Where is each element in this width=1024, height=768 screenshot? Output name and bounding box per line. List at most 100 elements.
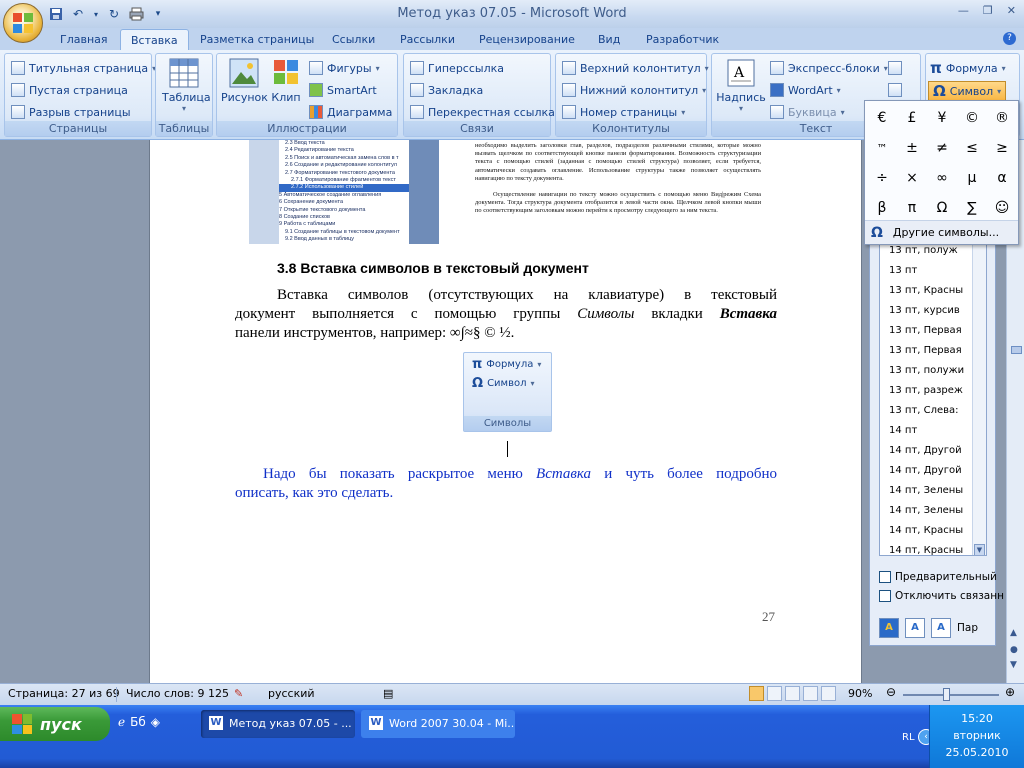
symbol-smiley[interactable]: ☺ [987, 193, 1017, 223]
styles-scrollbar[interactable]: ▼ [972, 241, 986, 555]
style-item[interactable]: 13 пт, Первая [880, 321, 986, 341]
symbol-pound[interactable]: £ [897, 103, 927, 133]
tab-page-layout[interactable]: Разметка страницы [190, 29, 324, 50]
style-item[interactable]: 14 пт, Красны [880, 521, 986, 541]
symbol-omega[interactable]: Ω [927, 193, 957, 223]
options-link[interactable]: Пар [957, 622, 978, 634]
symbol-micro[interactable]: µ [957, 163, 987, 193]
app-icon-2[interactable]: ◈ [151, 715, 160, 729]
table-button[interactable]: Таблица ▾ [162, 58, 211, 113]
style-item[interactable]: 13 пт, полужи [880, 361, 986, 381]
style-item[interactable]: 13 пт, Слева: [880, 401, 986, 421]
styles-list[interactable]: 13 пт, полуж 13 пт 13 пт, Красны 13 пт, … [879, 240, 987, 556]
tab-insert[interactable]: Вставка [120, 29, 189, 50]
zoom-out-icon[interactable]: ⊖ [886, 685, 896, 699]
tab-review[interactable]: Рецензирование [469, 29, 585, 50]
chart-button[interactable]: Диаграмма [309, 103, 392, 121]
draft-view-icon[interactable] [821, 686, 836, 701]
style-item[interactable]: 14 пт, Зелены [880, 501, 986, 521]
select-browse-object-icon[interactable]: ● [1010, 645, 1018, 655]
symbol-button[interactable]: Ω Символ [928, 81, 1007, 101]
symbol-plus-minus[interactable]: ± [897, 133, 927, 163]
document-page[interactable]: 2.3 Ввод текста 2.4 Редактирование текст… [149, 140, 862, 683]
symbol-alpha[interactable]: α [987, 163, 1017, 193]
spelling-check-icon[interactable]: ✎ [234, 687, 243, 700]
cross-reference-button[interactable]: Перекрестная ссылка [410, 103, 555, 121]
zoom-slider[interactable] [903, 694, 999, 696]
symbol-registered[interactable]: ® [987, 103, 1017, 133]
symbol-infinity[interactable]: ∞ [927, 163, 957, 193]
wordart-button[interactable]: WordArt [770, 81, 841, 99]
full-screen-reading-view-icon[interactable] [767, 686, 782, 701]
help-icon[interactable]: ? [1003, 32, 1016, 45]
scrollbar-thumb[interactable] [1011, 346, 1022, 354]
next-page-icon[interactable]: ▼ [1010, 660, 1017, 670]
symbol-euro[interactable]: € [867, 103, 897, 133]
clip-button[interactable]: Клип [269, 58, 303, 104]
prev-page-icon[interactable]: ▲ [1010, 628, 1017, 638]
smartart-button[interactable]: SmartArt [309, 81, 377, 99]
tab-view[interactable]: Вид [588, 29, 630, 50]
taskbar-item[interactable]: W Word 2007 30.04 - Mi... [361, 710, 515, 738]
symbol-trademark[interactable]: ™ [867, 133, 897, 163]
tab-references[interactable]: Ссылки [322, 29, 385, 50]
header-button[interactable]: Верхний колонтитул [562, 59, 709, 77]
style-item[interactable]: 13 пт [880, 261, 986, 281]
hyperlink-button[interactable]: Гиперссылка [410, 59, 504, 77]
close-icon[interactable]: ✕ [1007, 4, 1016, 17]
symbol-beta[interactable]: β [867, 193, 897, 223]
print-layout-view-icon[interactable] [749, 686, 764, 701]
symbol-multiply[interactable]: × [897, 163, 927, 193]
style-item[interactable]: 14 пт, Зелены [880, 481, 986, 501]
taskbar-item-active[interactable]: W Метод указ 07.05 - ... [201, 710, 355, 738]
style-item[interactable]: 14 пт, Другой [880, 441, 986, 461]
symbol-sum[interactable]: ∑ [957, 193, 987, 223]
footer-button[interactable]: Нижний колонтитул [562, 81, 706, 99]
preview-option[interactable]: Предварительный [879, 571, 997, 583]
start-button[interactable]: пуск [0, 707, 110, 741]
macro-record-icon[interactable]: ▤ [383, 687, 393, 700]
tab-developer[interactable]: Разработчик [636, 29, 729, 50]
style-item[interactable]: 14 пт, Красны [880, 541, 986, 555]
bookmark-button[interactable]: Закладка [410, 81, 483, 99]
new-style-icon[interactable]: A [879, 618, 899, 638]
restore-icon[interactable]: ❐ [983, 4, 993, 17]
picture-button[interactable]: Рисунок [221, 58, 268, 104]
clock-time[interactable]: 15:20 [930, 712, 1024, 725]
shapes-button[interactable]: Фигуры [309, 59, 380, 77]
page-break-button[interactable]: Разрыв страницы [11, 103, 131, 121]
preview-checkbox[interactable] [879, 571, 891, 583]
textbox-button[interactable]: A Надпись ▾ [716, 58, 766, 113]
style-item[interactable]: 14 пт, Другой [880, 461, 986, 481]
symbol-copyright[interactable]: © [957, 103, 987, 133]
tab-mailings[interactable]: Рассылки [390, 29, 465, 50]
disable-linked-option[interactable]: Отключить связанн [879, 590, 1004, 602]
style-item[interactable]: 13 пт, курсив [880, 301, 986, 321]
disable-linked-checkbox[interactable] [879, 590, 891, 602]
blank-page-button[interactable]: Пустая страница [11, 81, 128, 99]
cover-page-button[interactable]: Титульная страница [11, 59, 156, 77]
symbol-greater-equal[interactable]: ≥ [987, 133, 1017, 163]
outline-view-icon[interactable] [803, 686, 818, 701]
style-item[interactable]: 13 пт, Первая [880, 341, 986, 361]
drop-cap-button[interactable]: Буквица [770, 103, 845, 121]
symbol-not-equal[interactable]: ≠ [927, 133, 957, 163]
page-number-button[interactable]: Номер страницы [562, 103, 685, 121]
more-symbols-item[interactable]: Ω Другие символы... [865, 220, 1018, 244]
status-page[interactable]: Страница: 27 из 69 [8, 687, 120, 700]
style-item[interactable]: 13 пт, разреж [880, 381, 986, 401]
signature-line-icon[interactable] [888, 59, 902, 77]
symbol-less-equal[interactable]: ≤ [957, 133, 987, 163]
tab-home[interactable]: Главная [50, 29, 118, 50]
scroll-down-icon[interactable]: ▼ [974, 544, 985, 555]
status-language[interactable]: русский [268, 687, 315, 700]
zoom-slider-thumb[interactable] [943, 688, 950, 701]
quick-parts-button[interactable]: Экспресс-блоки [770, 59, 888, 77]
manage-styles-icon[interactable]: A [931, 618, 951, 638]
symbol-yen[interactable]: ¥ [927, 103, 957, 133]
style-item[interactable]: 14 пт [880, 421, 986, 441]
input-language[interactable]: RL [902, 732, 915, 743]
office-button[interactable] [3, 3, 43, 43]
web-layout-view-icon[interactable] [785, 686, 800, 701]
symbol-divide[interactable]: ÷ [867, 163, 897, 193]
